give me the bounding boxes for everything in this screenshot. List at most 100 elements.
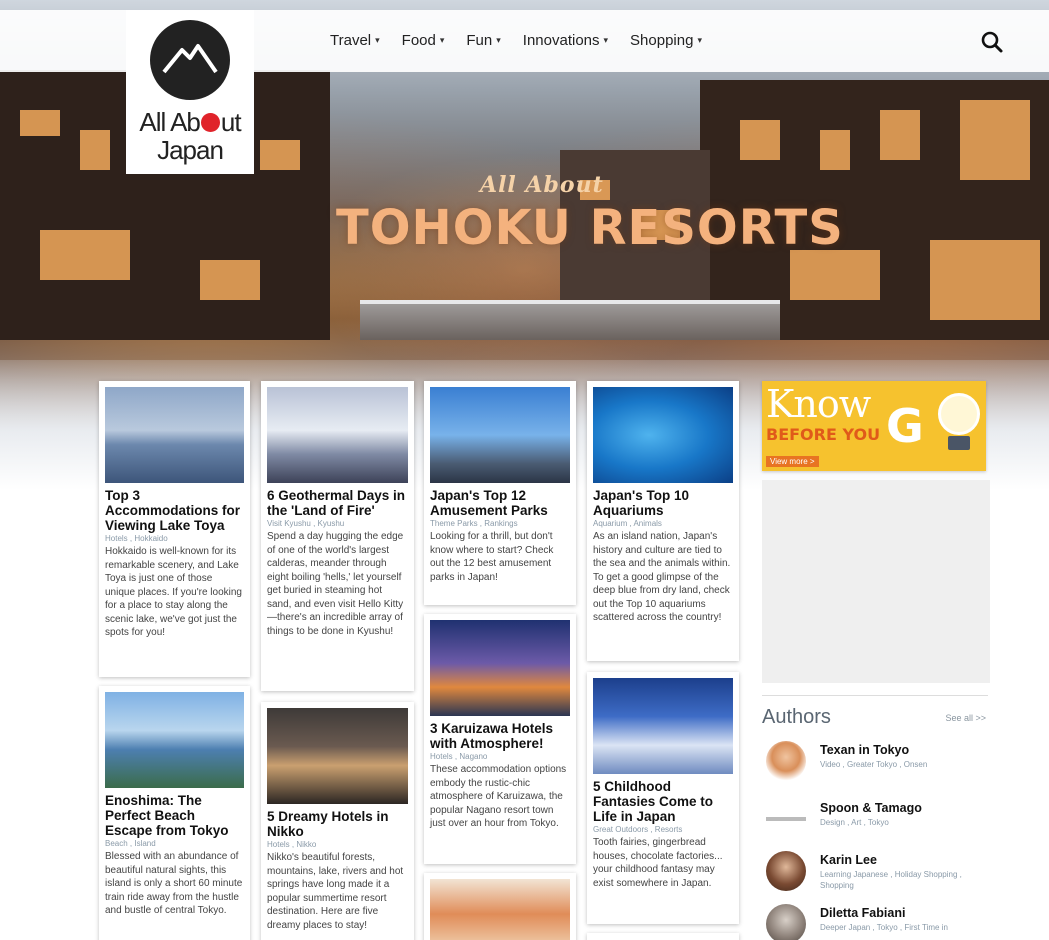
article-title[interactable]: 5 Dreamy Hotels in Nikko [267,809,408,839]
article-description: Tooth fairies, gingerbread houses, choco… [593,837,723,889]
author-tags[interactable]: Video , Greater Tokyo , Onsen [820,759,988,770]
article-card[interactable] [587,933,739,940]
article-title[interactable]: 6 Geothermal Days in the 'Land of Fire' [267,488,408,518]
authors-section: Authors See all >> Texan in Tokyo Video … [762,695,988,940]
chevron-down-icon: ▾ [375,35,380,45]
article-thumbnail[interactable] [430,620,570,716]
article-description: Spend a day hugging the edge of one of t… [267,531,404,637]
avatar[interactable] [766,741,806,781]
nav-item-fun[interactable]: Fun ▾ [466,32,500,49]
hero-window [40,230,130,280]
article-card[interactable]: 5 Childhood Fantasies Come to Life in Ja… [587,672,739,924]
article-tags[interactable]: Visit Kyushu , Kyushu [267,519,408,528]
lightbulb-base-icon [948,436,970,450]
ad-placeholder [762,480,990,683]
logo-wordmark: All Ab ut Japan [126,108,254,164]
hero-window [740,120,780,160]
chevron-down-icon: ▾ [697,35,702,45]
site-logo[interactable]: All Ab ut Japan [126,10,254,174]
author-item[interactable]: Texan in Tokyo Video , Greater Tokyo , O… [762,741,988,787]
author-tags[interactable]: Deeper Japan , Tokyo , First Time in [820,922,988,933]
nav-item-label: Food [401,32,436,49]
hero-window [200,260,260,300]
author-name[interactable]: Karin Lee [820,853,877,867]
nav-item-label: Fun [466,32,493,49]
article-card[interactable]: 3 Karuizawa Hotels with Atmosphere! Hote… [424,614,576,864]
search-icon[interactable] [980,30,1004,54]
hero-window [930,240,1040,320]
article-description: As an island nation, Japan's history and… [593,531,731,623]
chevron-down-icon: ▾ [439,35,445,45]
mountain-logo-icon [150,20,230,100]
article-tags[interactable]: Theme Parks , Rankings [430,519,570,528]
hero-window [80,130,110,170]
logo-text-part: Japan [157,135,224,165]
ad-go-text: G [886,399,924,453]
article-title[interactable]: Japan's Top 12 Amusement Parks [430,488,570,518]
article-title[interactable]: 5 Childhood Fantasies Come to Life in Ja… [593,779,733,824]
article-thumbnail[interactable] [430,879,570,940]
see-all-link[interactable]: See all >> [945,713,986,723]
author-item[interactable]: Karin Lee Learning Japanese , Holiday Sh… [762,851,988,897]
avatar[interactable] [766,851,806,891]
article-tags[interactable]: Hotels , Hokkaido [105,534,244,543]
article-description: Looking for a thrill, but don't know whe… [430,531,554,583]
author-name[interactable]: Diletta Fabiani [820,906,905,920]
article-card[interactable]: Enoshima: The Perfect Beach Escape from … [99,686,250,940]
article-card[interactable]: Japan's Top 12 Amusement Parks Theme Par… [424,381,576,605]
article-card[interactable]: Top 3 Accommodations for Viewing Lake To… [99,381,250,677]
article-description: Blessed with an abundance of beautiful n… [105,851,243,916]
author-tags[interactable]: Learning Japanese , Holiday Shopping , S… [820,869,988,891]
view-more-button[interactable]: View more > [766,456,819,467]
article-tags[interactable]: Hotels , Nagano [430,752,570,761]
article-tags[interactable]: Beach , Island [105,839,244,848]
article-thumbnail[interactable] [267,387,408,483]
divider [762,695,988,696]
article-tags[interactable]: Great Outdoors , Resorts [593,825,733,834]
nav-item-travel[interactable]: Travel ▾ [330,32,380,49]
article-card[interactable]: 5 Dreamy Hotels in Nikko Hotels , Nikko … [261,702,414,940]
hero-window [20,110,60,136]
article-title[interactable]: Japan's Top 10 Aquariums [593,488,733,518]
avatar[interactable] [766,904,806,940]
nav-item-shopping[interactable]: Shopping ▾ [630,32,702,49]
article-card[interactable]: 6 Geothermal Days in the 'Land of Fire' … [261,381,414,691]
nav-item-food[interactable]: Food ▾ [402,32,445,49]
ad-know-text: Know [766,382,871,426]
article-thumbnail[interactable] [430,387,570,483]
avatar-logo-strip [766,817,806,821]
article-card[interactable]: Japan's Top 10 Aquariums Aquarium , Anim… [587,381,739,661]
article-tags[interactable]: Hotels , Nikko [267,840,408,849]
author-tags[interactable]: Design , Art , Tokyo [820,817,988,828]
hero-window [960,100,1030,180]
author-name[interactable]: Texan in Tokyo [820,743,909,757]
article-thumbnail[interactable] [593,387,733,483]
nav-item-innovations[interactable]: Innovations ▾ [523,32,608,49]
hero-title[interactable]: TOHOKU RESORTS [336,200,844,256]
article-thumbnail[interactable] [267,708,408,804]
logo-text-part: All Ab [139,107,200,137]
article-card[interactable] [424,873,576,940]
article-title[interactable]: Top 3 Accommodations for Viewing Lake To… [105,488,244,533]
author-name[interactable]: Spoon & Tamago [820,801,922,815]
author-item[interactable]: Diletta Fabiani Deeper Japan , Tokyo , F… [762,904,988,940]
nav-item-label: Travel [330,32,372,49]
author-item[interactable]: Spoon & Tamago Design , Art , Tokyo [762,799,988,845]
article-tags[interactable]: Aquarium , Animals [593,519,733,528]
know-before-you-go-banner[interactable]: Know BEFORE YOU G View more > [762,381,986,471]
article-thumbnail[interactable] [593,678,733,774]
article-thumbnail[interactable] [105,692,244,788]
ad-before-you-text: BEFORE YOU [766,425,881,444]
article-thumbnail[interactable] [105,387,244,483]
article-title[interactable]: 3 Karuizawa Hotels with Atmosphere! [430,721,570,751]
chevron-down-icon: ▾ [603,35,609,45]
nav-item-label: Innovations [522,32,600,49]
red-dot-icon [200,113,220,132]
avatar[interactable] [766,799,806,839]
hero-window [790,250,880,300]
article-title[interactable]: Enoshima: The Perfect Beach Escape from … [105,793,244,838]
lightbulb-icon [938,393,980,435]
nav-item-label: Shopping [630,32,694,49]
chevron-down-icon: ▾ [496,35,501,45]
article-description: Hokkaido is well-known for its remarkabl… [105,546,242,638]
